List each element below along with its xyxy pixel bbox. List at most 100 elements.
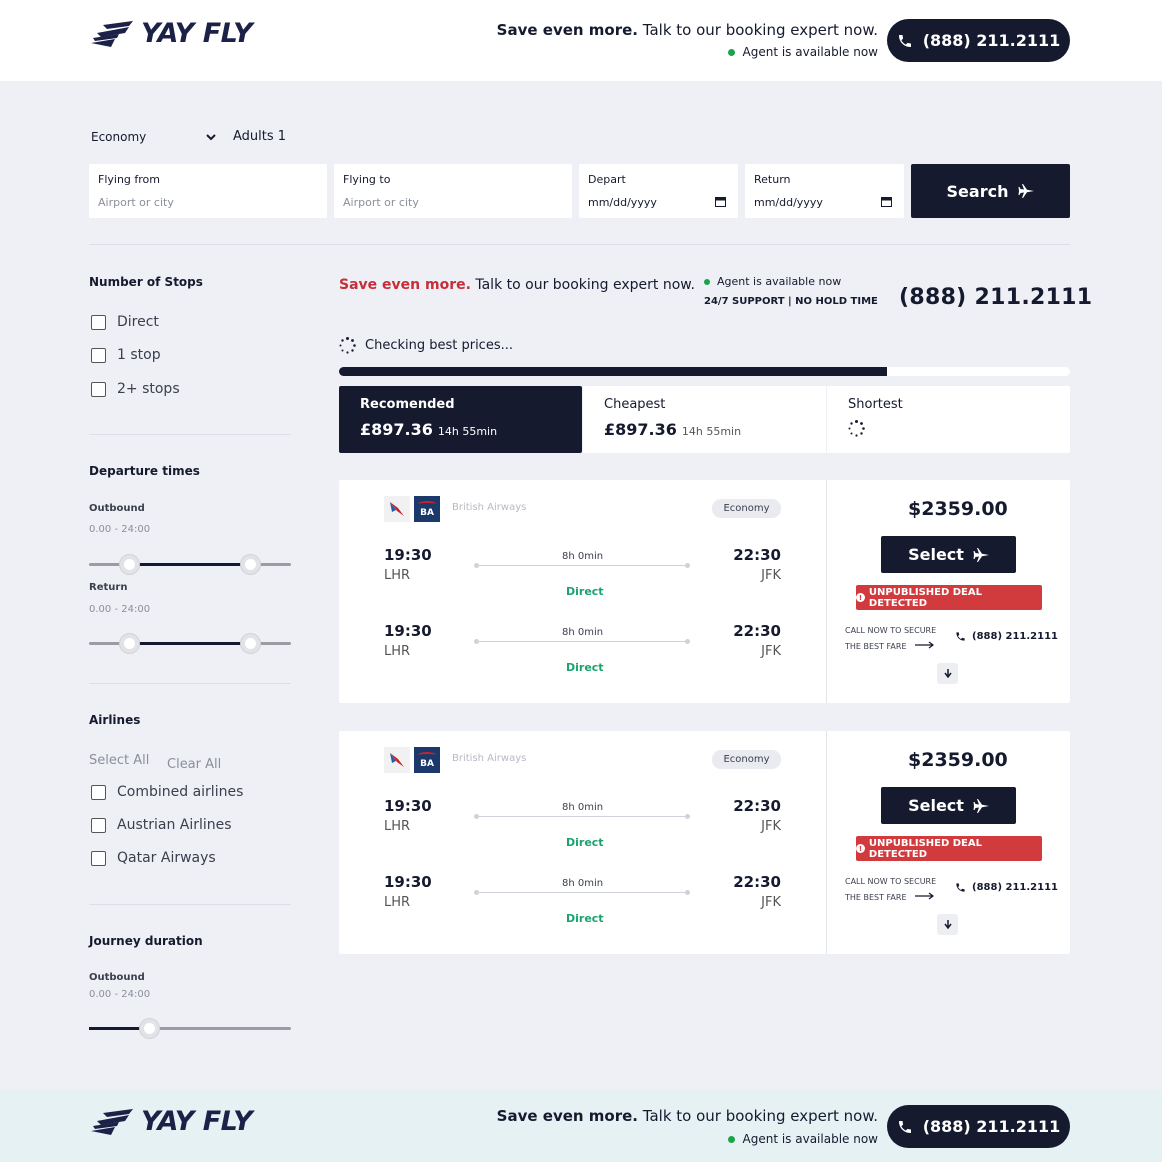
tab-recommended[interactable]: Recomended £897.36 14h 55min <box>339 386 582 453</box>
slider-handle[interactable] <box>241 634 261 653</box>
tab-price: £897.36 <box>604 420 677 439</box>
header-save-text: Save even more. Talk to our booking expe… <box>497 21 878 39</box>
airlines-title: Airlines <box>89 713 141 727</box>
departure-airport: LHR <box>384 568 411 583</box>
search-button-label: Search <box>946 181 1009 201</box>
flying-from-input[interactable]: Airport or city <box>98 196 174 209</box>
phone-icon <box>898 34 911 47</box>
footer-agent-status: Agent is available now <box>727 1132 878 1146</box>
stop-filter-1-stop[interactable]: 1 stop <box>91 347 161 363</box>
arrival-time: 22:30 <box>733 622 781 640</box>
site-header: YAY FLY Save even more. Talk to our book… <box>0 0 1162 81</box>
card-phone-number: (888) 211.2111 <box>972 631 1059 642</box>
depart-date-input[interactable]: mm/dd/yyyy <box>588 196 657 209</box>
return-date-field[interactable]: Return mm/dd/yyyy <box>745 164 904 218</box>
arrival-time: 22:30 <box>733 873 781 891</box>
cabin-select[interactable]: Economy <box>91 130 216 144</box>
flight-leg-outbound: 19:30 LHR 8h 0min Direct 22:30 JFK <box>384 797 781 849</box>
deal-text: UNPUBLISHED DEAL DETECTED <box>868 586 983 609</box>
departure-time: 19:30 <box>384 797 432 815</box>
header-save-bold: Save even more. <box>496 21 638 39</box>
calendar-icon[interactable] <box>881 192 892 211</box>
select-button-label: Select <box>908 796 964 815</box>
flying-to-input[interactable]: Airport or city <box>343 196 419 209</box>
american-airlines-logo-icon <box>384 496 410 522</box>
route-line <box>474 639 690 644</box>
stop-filter-direct[interactable]: Direct <box>91 314 159 330</box>
footer-phone-button[interactable]: (888) 211.2111 <box>887 1105 1070 1148</box>
departure-time: 19:30 <box>384 873 432 891</box>
brand-logo[interactable]: YAY FLY <box>89 18 253 49</box>
journey-duration-slider[interactable] <box>89 1019 291 1038</box>
arrow-down-icon <box>943 669 952 678</box>
leg-duration: 8h 0min <box>562 627 604 638</box>
outbound-range: 0.00 - 24:00 <box>89 524 151 535</box>
select-all-link[interactable]: Select All <box>89 753 149 768</box>
main-phone-number[interactable]: (888) 211.2111 <box>899 285 1092 310</box>
card-divider <box>826 480 827 703</box>
checkbox[interactable] <box>91 784 106 800</box>
flying-from-field[interactable]: Flying from Airport or city <box>89 164 327 218</box>
slider-handle[interactable] <box>140 1019 160 1038</box>
loading-spinner-icon <box>339 337 356 354</box>
header-phone-button[interactable]: (888) 211.2111 <box>887 19 1070 62</box>
checkbox[interactable] <box>91 817 106 833</box>
airline-filter-austrian[interactable]: Austrian Airlines <box>91 817 232 833</box>
clear-all-link[interactable]: Clear All <box>167 757 221 772</box>
select-flight-button[interactable]: Select <box>881 787 1016 824</box>
arrow-down-icon <box>943 920 952 929</box>
expand-details-button[interactable] <box>937 663 958 684</box>
card-phone-link[interactable]: (888) 211.2111 <box>955 631 1058 642</box>
progress-fill <box>339 367 888 376</box>
slider-handle[interactable] <box>119 634 139 653</box>
calendar-icon[interactable] <box>715 192 726 211</box>
checkbox[interactable] <box>91 347 106 363</box>
info-icon: ! <box>856 593 865 602</box>
select-flight-button[interactable]: Select <box>881 536 1016 573</box>
slider-handle[interactable] <box>119 555 139 574</box>
journey-duration-title: Journey duration <box>89 934 203 948</box>
return-date-input[interactable]: mm/dd/yyyy <box>754 196 823 209</box>
checkbox[interactable] <box>91 381 106 397</box>
arrival-time: 22:30 <box>733 797 781 815</box>
departure-times-title: Departure times <box>89 464 200 478</box>
airline-filter-qatar[interactable]: Qatar Airways <box>91 850 216 866</box>
checkbox[interactable] <box>91 314 106 330</box>
plane-icon <box>973 798 989 813</box>
site-footer: YAY FLY Save even more. Talk to our book… <box>0 1090 1162 1162</box>
airline-filter-combined[interactable]: Combined airlines <box>91 784 243 800</box>
checkbox[interactable] <box>91 850 106 866</box>
tab-price: £897.36 <box>360 420 433 439</box>
tab-label: Recomended <box>360 397 455 412</box>
departure-time: 19:30 <box>384 622 432 640</box>
search-button[interactable]: Search <box>911 164 1070 218</box>
available-dot-icon <box>727 48 735 56</box>
flying-to-label: Flying to <box>343 173 391 186</box>
slider-handle[interactable] <box>241 555 261 574</box>
brand-logo[interactable]: YAY FLY <box>89 1106 253 1137</box>
brand-name: YAY FLY <box>141 1106 253 1137</box>
tab-cheapest[interactable]: Cheapest £897.36 14h 55min <box>583 386 826 453</box>
airline-logos: BA <box>384 496 440 522</box>
checking-prices-status: Checking best prices... <box>339 337 513 354</box>
stop-filter-label: Direct <box>117 314 159 330</box>
unpublished-deal-badge: ! UNPUBLISHED DEAL DETECTED <box>856 836 1042 861</box>
arrival-time: 22:30 <box>733 546 781 564</box>
depart-date-field[interactable]: Depart mm/dd/yyyy <box>579 164 738 218</box>
card-phone-link[interactable]: (888) 211.2111 <box>955 882 1058 893</box>
arrow-right-icon <box>915 641 935 649</box>
flight-price: $2359.00 <box>908 498 1008 520</box>
stop-filter-label: 1 stop <box>117 347 161 363</box>
return-time-slider[interactable] <box>89 634 291 653</box>
return-label: Return <box>754 173 791 186</box>
expand-details-button[interactable] <box>937 914 958 935</box>
adults-select[interactable]: Adults 1 <box>233 129 286 144</box>
stop-filter-2-plus-stops[interactable]: 2+ stops <box>91 381 180 397</box>
info-icon: ! <box>856 844 865 853</box>
outbound-time-slider[interactable] <box>89 555 291 574</box>
arrival-airport: JFK <box>761 568 781 583</box>
call-now-line2: THE BEST FARE <box>845 642 907 651</box>
tab-shortest[interactable]: Shortest <box>827 386 1070 453</box>
flying-to-field[interactable]: Flying to Airport or city <box>334 164 572 218</box>
loading-spinner-icon <box>848 420 865 437</box>
